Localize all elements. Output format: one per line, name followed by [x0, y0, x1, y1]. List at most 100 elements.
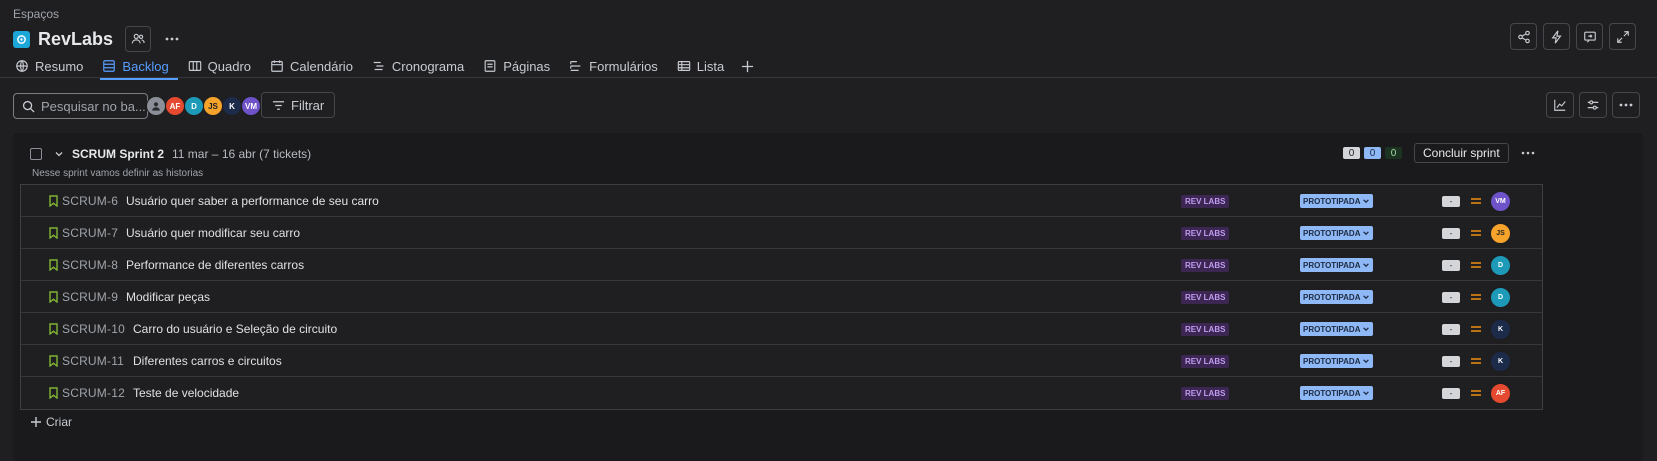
epic-label[interactable]: REV LABS	[1181, 323, 1230, 336]
issue-key[interactable]: SCRUM-11	[62, 354, 124, 368]
assignee-avatar[interactable]: VM	[1490, 191, 1511, 212]
tab-resumo[interactable]: Resumo	[13, 55, 92, 77]
share-icon[interactable]	[1510, 23, 1537, 50]
issue-title[interactable]: Usuário quer saber a performance de seu …	[126, 194, 379, 208]
story-points-estimate[interactable]: -	[1442, 260, 1460, 271]
chevron-down-icon[interactable]	[54, 149, 64, 159]
tab-backlog[interactable]: Backlog	[100, 55, 178, 80]
issue-row[interactable]: SCRUM-6 Usuário quer saber a performance …	[21, 185, 1542, 217]
issue-row[interactable]: SCRUM-7 Usuário quer modificar seu carro R…	[21, 217, 1542, 249]
epic-label[interactable]: REV LABS	[1181, 259, 1230, 272]
story-bookmark-icon	[49, 323, 58, 335]
project-header: RevLabs	[13, 26, 185, 52]
status-dropdown[interactable]: PROTOTIPADA	[1300, 290, 1374, 304]
insights-chart-icon[interactable]	[1546, 92, 1574, 118]
story-points-estimate[interactable]: -	[1442, 324, 1460, 335]
epic-label[interactable]: REV LABS	[1181, 387, 1230, 400]
issue-title[interactable]: Modificar peças	[126, 290, 210, 304]
project-logo-icon	[13, 30, 30, 48]
project-more-icon[interactable]	[159, 26, 185, 52]
epic-label[interactable]: REV LABS	[1181, 355, 1230, 368]
list-icon	[677, 59, 691, 73]
tab-quadro[interactable]: Quadro	[186, 55, 260, 77]
tab-label: Quadro	[207, 58, 252, 74]
assignee-avatar[interactable]: AF	[1490, 383, 1511, 404]
story-points-estimate[interactable]: -	[1442, 356, 1460, 367]
sprint-header: SCRUM Sprint 2 11 mar – 16 abr (7 ticket…	[30, 147, 311, 161]
sprint-checkbox[interactable]	[30, 148, 42, 160]
count-todo: 0	[1343, 147, 1360, 159]
issue-row[interactable]: SCRUM-10 Carro do usuário e Seleção de ci…	[21, 313, 1542, 345]
tab-label: Cronograma	[391, 58, 465, 74]
avatar[interactable]: K	[222, 96, 242, 116]
issue-key[interactable]: SCRUM-10	[62, 322, 125, 336]
tab-calendario[interactable]: Calendário	[268, 55, 362, 77]
tab-paginas[interactable]: Páginas	[481, 55, 559, 77]
status-dropdown[interactable]: PROTOTIPADA	[1300, 226, 1374, 240]
plus-icon	[30, 416, 42, 428]
tab-formularios[interactable]: Formulários	[567, 55, 667, 77]
create-issue-button[interactable]: Criar	[30, 415, 72, 429]
team-icon[interactable]	[125, 26, 152, 52]
more-options-icon[interactable]	[1612, 92, 1640, 118]
tab-label: Calendário	[290, 58, 353, 74]
issue-title[interactable]: Carro do usuário e Seleção de circuito	[133, 322, 337, 336]
assignee-avatar[interactable]: D	[1490, 287, 1511, 308]
tabs-divider	[0, 77, 1657, 78]
issue-key[interactable]: SCRUM-8	[62, 258, 118, 272]
assignee-avatar[interactable]: D	[1490, 255, 1511, 276]
story-points-estimate[interactable]: -	[1442, 196, 1460, 207]
assignee-avatar[interactable]: K	[1490, 351, 1511, 372]
automation-bolt-icon[interactable]	[1543, 23, 1570, 50]
status-dropdown[interactable]: PROTOTIPADA	[1300, 322, 1374, 336]
search-input[interactable]: Pesquisar no ba...	[13, 93, 148, 119]
issue-title[interactable]: Teste de velocidade	[133, 386, 239, 400]
avatar[interactable]: VM	[241, 96, 261, 116]
issue-title[interactable]: Usuário quer modificar seu carro	[126, 226, 300, 240]
status-dropdown[interactable]: PROTOTIPADA	[1300, 386, 1374, 400]
priority-medium-icon	[1470, 324, 1482, 334]
assignee-avatar[interactable]: K	[1490, 319, 1511, 340]
story-points-estimate[interactable]: -	[1442, 292, 1460, 303]
epic-label[interactable]: REV LABS	[1181, 291, 1230, 304]
issue-title[interactable]: Diferentes carros e circuitos	[133, 354, 282, 368]
epic-label[interactable]: REV LABS	[1181, 227, 1230, 240]
sprint-more-icon[interactable]	[1518, 143, 1538, 163]
status-dropdown[interactable]: PROTOTIPADA	[1300, 194, 1374, 208]
create-label: Criar	[46, 415, 72, 429]
conclude-sprint-button[interactable]: Concluir sprint	[1414, 143, 1509, 163]
tab-lista[interactable]: Lista	[675, 55, 733, 77]
issue-title[interactable]: Performance de diferentes carros	[126, 258, 304, 272]
fullscreen-icon[interactable]	[1609, 23, 1636, 50]
issue-key[interactable]: SCRUM-12	[62, 386, 125, 400]
avatar[interactable]: JS	[203, 96, 223, 116]
view-settings-icon[interactable]	[1579, 92, 1607, 118]
issue-key[interactable]: SCRUM-9	[62, 290, 118, 304]
issue-row[interactable]: SCRUM-9 Modificar peças REV LABS PROTOTIPAD…	[21, 281, 1542, 313]
avatar[interactable]: AF	[165, 96, 185, 116]
story-points-estimate[interactable]: -	[1442, 228, 1460, 239]
feedback-icon[interactable]	[1576, 23, 1603, 50]
status-label: PROTOTIPADA	[1303, 228, 1361, 238]
add-tab-button[interactable]	[741, 55, 754, 77]
breadcrumb[interactable]: Espaços	[13, 7, 59, 21]
issue-key[interactable]: SCRUM-6	[62, 194, 118, 208]
issue-key[interactable]: SCRUM-7	[62, 226, 118, 240]
priority-medium-icon	[1470, 356, 1482, 366]
epic-label[interactable]: REV LABS	[1181, 195, 1230, 208]
tab-cronograma[interactable]: Cronograma	[370, 55, 473, 77]
avatar[interactable]: D	[184, 96, 204, 116]
status-dropdown[interactable]: PROTOTIPADA	[1300, 258, 1374, 272]
priority-medium-icon	[1470, 388, 1482, 398]
status-dropdown[interactable]: PROTOTIPADA	[1300, 354, 1374, 368]
avatar-unassigned[interactable]	[146, 96, 166, 116]
priority-medium-icon	[1470, 196, 1482, 206]
issue-row[interactable]: SCRUM-12 Teste de velocidade REV LABS PROTO…	[21, 377, 1542, 409]
assignee-avatar[interactable]: JS	[1490, 223, 1511, 244]
story-bookmark-icon	[49, 195, 58, 207]
issue-row[interactable]: SCRUM-11 Diferentes carros e circuitos REV…	[21, 345, 1542, 377]
plus-icon	[741, 60, 754, 73]
story-points-estimate[interactable]: -	[1442, 388, 1460, 399]
issue-row[interactable]: SCRUM-8 Performance de diferentes carros R…	[21, 249, 1542, 281]
filter-button[interactable]: Filtrar	[261, 92, 336, 118]
